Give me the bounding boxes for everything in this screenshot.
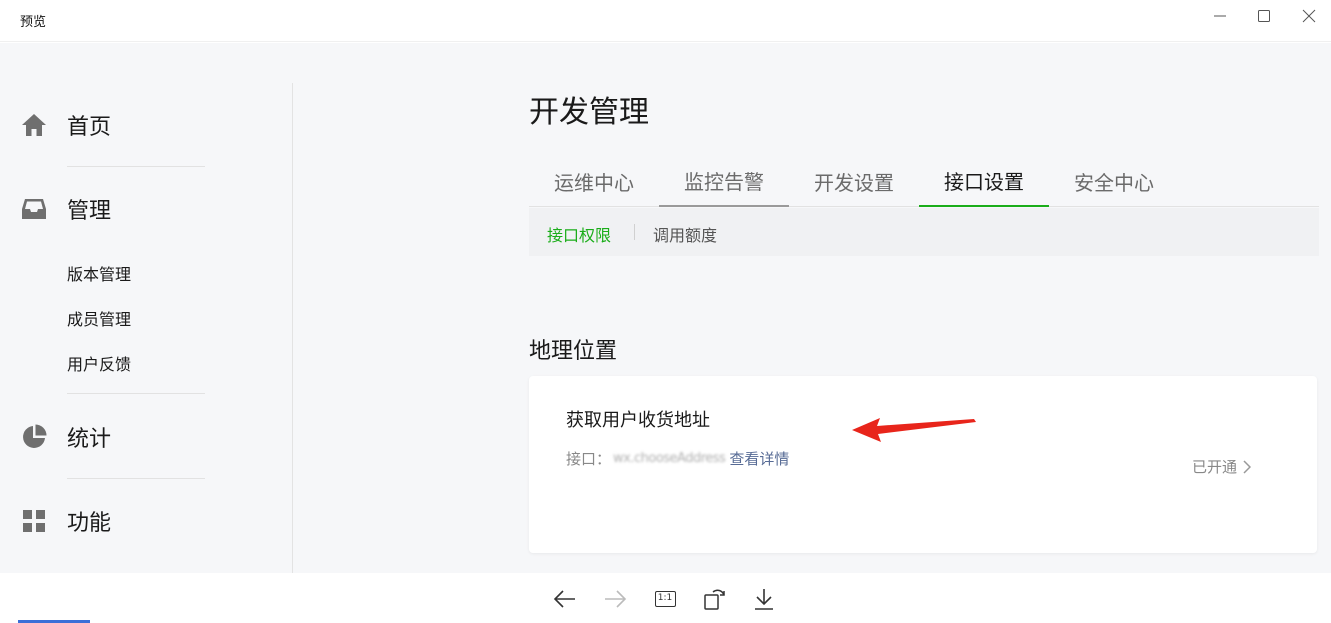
card-title: 获取用户收货地址 bbox=[566, 410, 710, 431]
api-card[interactable]: 获取用户收货地址 接口： wx.chooseAddress 查看详情 已开通 bbox=[529, 376, 1317, 553]
maximize-button[interactable] bbox=[1249, 6, 1279, 26]
rotate-icon bbox=[704, 589, 725, 610]
tab-ops-center[interactable]: 运维中心 bbox=[529, 155, 659, 207]
sidebar-item-home[interactable]: 首页 bbox=[20, 107, 111, 143]
sidebar-subitem-members[interactable]: 成员管理 bbox=[67, 306, 131, 330]
window-title: 预览 bbox=[20, 15, 47, 30]
content-area: 首页 管理 版本管理 成员管理 用户反馈 统计 功能 开发管理 运维中心 监控告… bbox=[0, 43, 1331, 573]
sidebar-divider bbox=[67, 166, 205, 167]
tab-monitoring-alerts[interactable]: 监控告警 bbox=[659, 155, 789, 207]
inbox-icon bbox=[20, 195, 48, 223]
page-title: 开发管理 bbox=[529, 95, 649, 130]
viewer-toolbar: 1:1 bbox=[0, 573, 1331, 623]
maximize-icon bbox=[1258, 10, 1270, 22]
sidebar-item-manage[interactable]: 管理 bbox=[20, 191, 111, 227]
sidebar-item-stats[interactable]: 统计 bbox=[20, 419, 111, 455]
tab-bar: 运维中心 监控告警 开发设置 接口设置 安全中心 bbox=[529, 155, 1319, 207]
status-text: 已开通 bbox=[1191, 458, 1237, 476]
sidebar-item-label: 首页 bbox=[67, 115, 112, 140]
sidebar-item-label: 管理 bbox=[67, 199, 112, 224]
subtab-call-quota[interactable]: 调用额度 bbox=[653, 222, 717, 246]
pie-chart-icon bbox=[20, 423, 48, 451]
grid-icon bbox=[20, 507, 48, 535]
minimize-button[interactable] bbox=[1205, 6, 1235, 26]
download-button[interactable] bbox=[751, 586, 777, 612]
rotate-button[interactable] bbox=[702, 586, 728, 612]
section-title: 地理位置 bbox=[529, 339, 618, 364]
close-button[interactable] bbox=[1294, 6, 1324, 26]
download-icon bbox=[755, 589, 773, 610]
sidebar-item-features[interactable]: 功能 bbox=[20, 503, 111, 539]
tab-security-center[interactable]: 安全中心 bbox=[1049, 155, 1179, 207]
actual-size-button[interactable]: 1:1 bbox=[652, 586, 678, 612]
sidebar-divider bbox=[67, 393, 205, 394]
subtab-api-permissions[interactable]: 接口权限 bbox=[547, 222, 611, 246]
api-name: wx.chooseAddress bbox=[613, 451, 726, 466]
tab-dev-settings[interactable]: 开发设置 bbox=[789, 155, 919, 207]
previous-button[interactable] bbox=[552, 586, 578, 612]
sidebar-border bbox=[292, 83, 293, 573]
sidebar-divider bbox=[67, 478, 205, 479]
chevron-right-icon bbox=[1243, 459, 1251, 474]
close-icon bbox=[1302, 9, 1316, 23]
actual-size-icon: 1:1 bbox=[654, 591, 676, 607]
sidebar-subitem-feedback[interactable]: 用户反馈 bbox=[67, 351, 131, 375]
sidebar-item-label: 统计 bbox=[67, 427, 112, 452]
preview-window: 预览 首页 管理 版本管理 成员管理 用户反馈 统计 功能 开发管理 运维中心 … bbox=[0, 0, 1331, 623]
view-details-link[interactable]: 查看详情 bbox=[729, 448, 789, 469]
sidebar: 首页 管理 版本管理 成员管理 用户反馈 统计 功能 bbox=[0, 43, 294, 573]
title-bar: 预览 bbox=[0, 0, 1331, 42]
card-description: 接口： wx.chooseAddress 查看详情 bbox=[566, 448, 789, 469]
sidebar-item-label: 功能 bbox=[67, 511, 112, 536]
api-label: 接口： bbox=[566, 450, 612, 468]
home-icon bbox=[20, 111, 48, 139]
minimize-icon bbox=[1214, 15, 1226, 17]
sidebar-subitem-versions[interactable]: 版本管理 bbox=[67, 261, 131, 285]
status-enabled[interactable]: 已开通 bbox=[1192, 456, 1251, 477]
arrow-left-icon bbox=[553, 590, 575, 608]
subtab-bar: 接口权限 调用额度 bbox=[529, 208, 1319, 256]
next-button[interactable] bbox=[602, 586, 628, 612]
annotation-arrow-icon bbox=[852, 418, 976, 442]
subtab-divider bbox=[634, 224, 635, 240]
tab-api-settings[interactable]: 接口设置 bbox=[919, 155, 1049, 207]
arrow-right-icon bbox=[605, 590, 627, 608]
